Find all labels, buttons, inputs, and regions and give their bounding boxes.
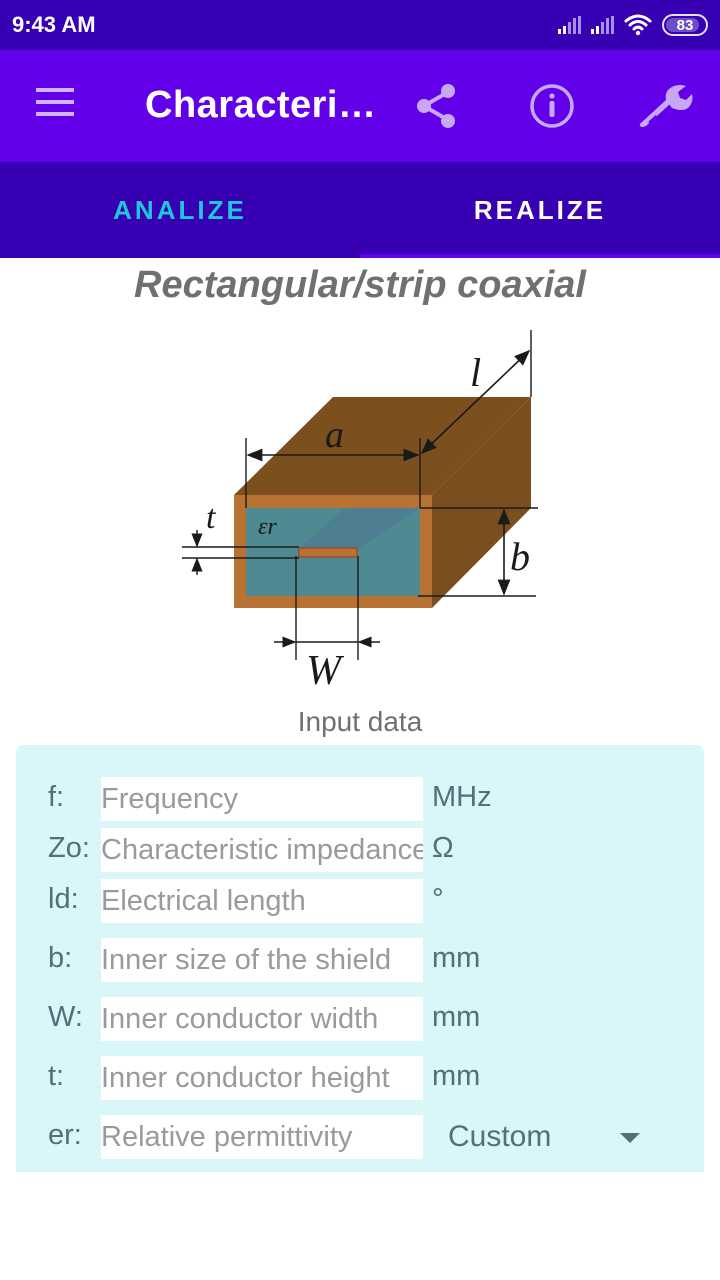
unit-conductor-height: mm [432,1060,481,1092]
app-title: Characteri… [145,84,377,126]
unit-impedance: Ω [432,832,454,864]
unit-shield-size: mm [432,942,481,974]
unit-frequency: MHz [432,781,492,813]
electrical-length-input[interactable] [101,879,423,923]
battery-icon: 83 [662,14,708,36]
dim-label-l: l [470,350,481,395]
tab-realize[interactable]: REALIZE [360,162,720,258]
permittivity-input[interactable] [101,1115,423,1159]
input-row-conductor-width: W: mm [16,997,704,1041]
wifi-icon [624,14,652,36]
dim-label-a: a [325,414,344,456]
dim-label-b: b [510,534,530,579]
status-time: 9:43 AM [12,12,96,37]
label-conductor-width: W: [48,1001,83,1033]
input-row-conductor-height: t: mm [16,1056,704,1100]
permittivity-select-value: Custom [448,1120,552,1153]
info-icon[interactable] [526,80,578,132]
input-card: f: MHz Zo: Ω ld: ° b: mm W: mm t: mm er:… [16,745,704,1172]
dim-label-t: t [206,499,217,536]
tab-analize[interactable]: ANALIZE [0,162,360,258]
input-row-permittivity: er: Custom [16,1115,704,1159]
signal-icon [558,16,581,34]
battery-level: 83 [676,16,694,34]
input-data-label: Input data [297,706,423,737]
share-icon[interactable] [410,80,462,132]
conductor-width-input[interactable] [101,997,423,1041]
tab-bar: ANALIZE REALIZE [0,162,720,258]
signal-icon [591,16,614,34]
conductor-height-input[interactable] [101,1056,423,1100]
label-shield-size: b: [48,942,73,974]
section-title: Rectangular/strip coaxial [134,264,586,306]
impedance-input[interactable] [101,828,423,872]
permittivity-material-select[interactable]: Custom [448,1115,648,1159]
app-bar: Characteri… [0,50,720,162]
coaxial-diagram: a l b t εr W [182,330,538,690]
label-frequency: f: [48,781,65,813]
unit-electrical-length: ° [432,883,444,915]
status-icons: 83 [558,14,708,36]
dim-label-er: εr [258,514,277,540]
hamburger-menu-icon[interactable] [36,88,76,124]
shield-size-input[interactable] [101,938,423,982]
input-row-frequency: f: MHz [16,777,704,821]
dropdown-arrow-icon [620,1133,640,1143]
inner-strip [298,547,358,558]
label-impedance: Zo: [48,832,90,864]
input-row-impedance: Zo: Ω [16,828,704,872]
label-permittivity: er: [48,1119,82,1151]
label-conductor-height: t: [48,1060,65,1092]
dim-label-w: W [306,648,345,690]
unit-conductor-width: mm [432,1001,481,1033]
wrench-icon[interactable] [636,80,694,132]
input-row-shield-size: b: mm [16,938,704,982]
status-bar: 9:43 AM 83 [0,0,720,50]
input-row-electrical-length: ld: ° [16,879,704,923]
label-electrical-length: ld: [48,883,79,915]
frequency-input[interactable] [101,777,423,821]
